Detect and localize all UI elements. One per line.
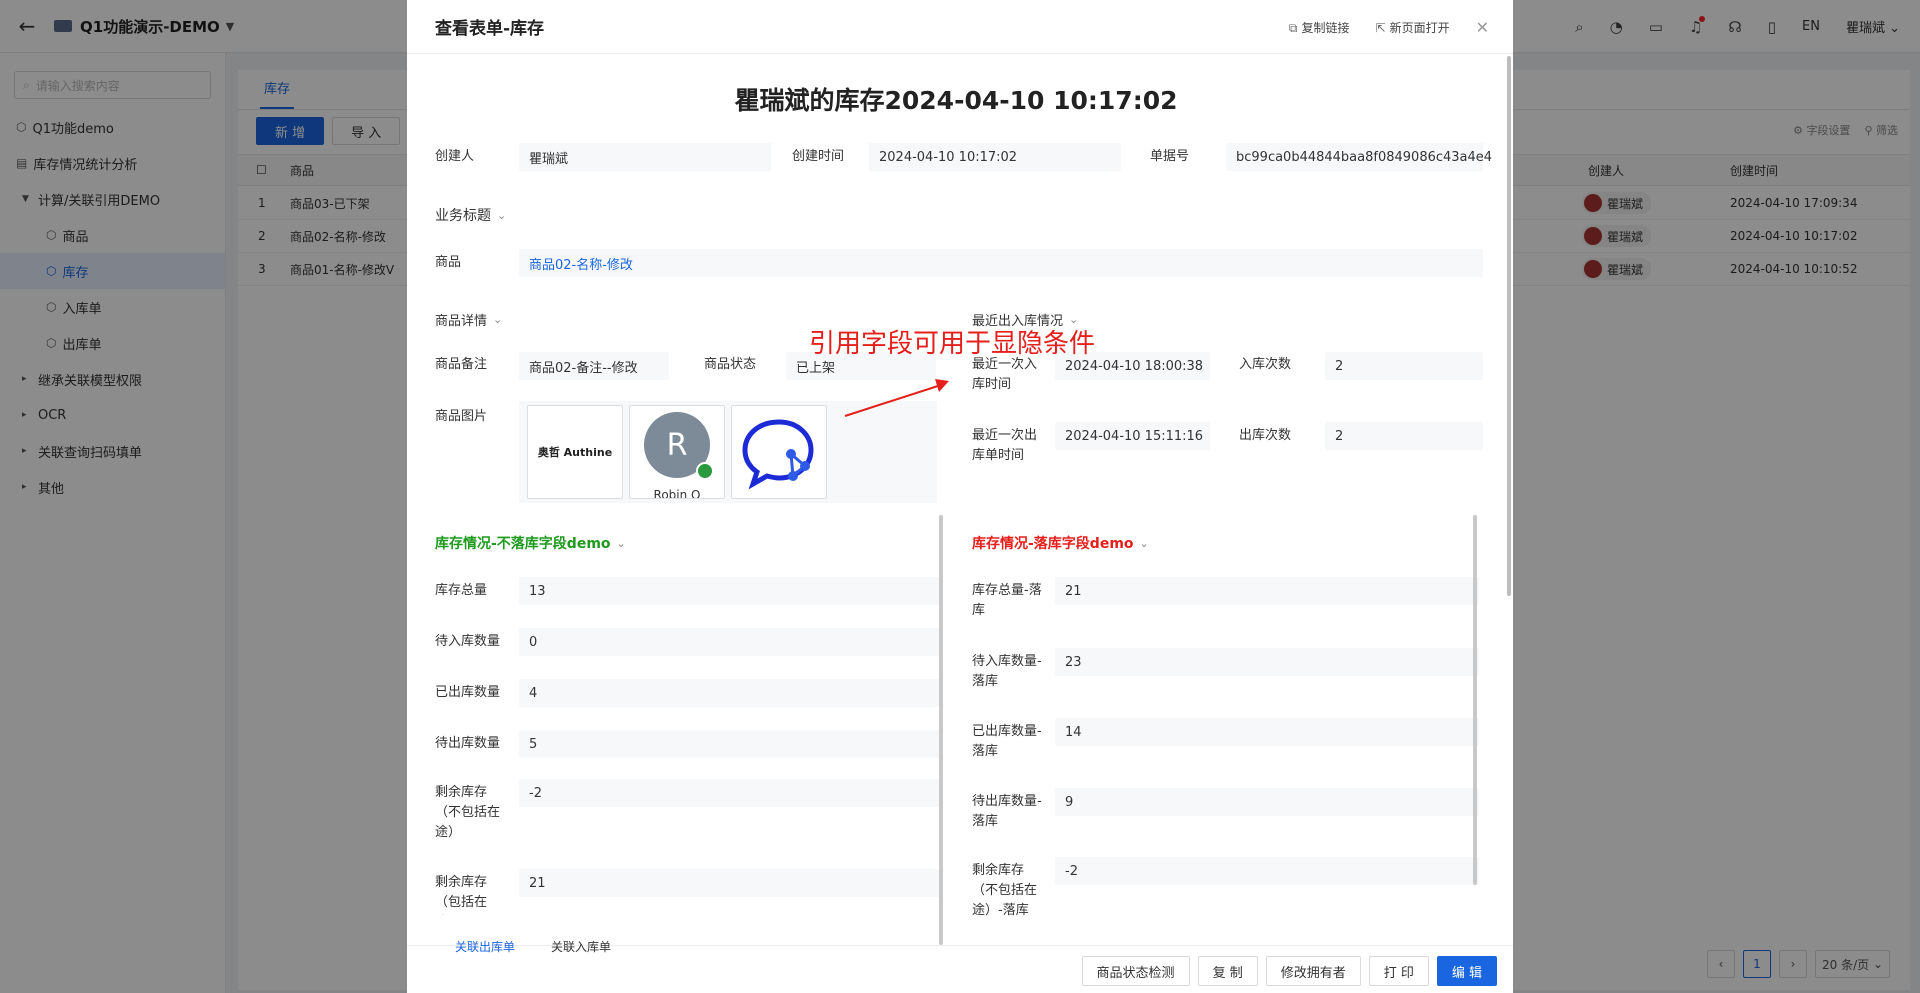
chevron-down-icon: ⌄ — [497, 208, 507, 222]
copy-link-label: 复制链接 — [1301, 20, 1350, 35]
field-label: 待出库数量-落库 — [972, 794, 1042, 829]
last-out-value: 2024-04-10 15:11:16 — [1055, 422, 1210, 450]
chevron-down-icon: ⌄ — [493, 313, 503, 326]
field-value: 21 — [519, 869, 939, 897]
product-status-label: 商品状态 — [704, 357, 757, 372]
tab-related-outbound[interactable]: 关联出库单 — [455, 938, 515, 955]
change-owner-button[interactable]: 修改拥有者 — [1265, 956, 1361, 986]
right-inventory-section[interactable]: 库存情况-落库字段demo ⌄ — [972, 533, 1149, 553]
product-label: 商品 — [435, 255, 462, 270]
product-note-value: 商品02-备注--修改 — [519, 352, 669, 380]
biz-title-label: 业务标题 — [435, 208, 491, 224]
copy-button[interactable]: 复 制 — [1197, 956, 1258, 986]
close-icon[interactable]: ✕ — [1476, 18, 1489, 37]
product-note-label: 商品备注 — [435, 357, 488, 372]
image-thumb-avatar[interactable]: R Robin Q — [629, 405, 725, 499]
field-value: 0 — [519, 628, 939, 656]
creator-label: 创建人 — [435, 149, 475, 164]
edit-button[interactable]: 编 辑 — [1436, 956, 1497, 986]
field-value: 21 — [1055, 577, 1479, 605]
product-value: 商品02-名称-修改 — [519, 249, 1483, 277]
field-label: 剩余库存（不包括在途）-落库 — [972, 863, 1038, 918]
last-in-label: 最近一次入库时间 — [972, 357, 1038, 392]
annotation-arrow-icon — [844, 379, 949, 417]
image-thumb-logo[interactable]: 奥哲 Authine — [527, 405, 623, 499]
print-button[interactable]: 打 印 — [1368, 956, 1429, 986]
last-out-label: 最近一次出库单时间 — [972, 428, 1038, 463]
form-modal: 查看表单-库存 ⧉ 复制链接 ⇱ 新页面打开 ✕ 瞿瑞斌的库存2024-04-10 … — [407, 0, 1513, 993]
image-thumb-chat[interactable] — [731, 405, 827, 499]
field-label: 待入库数量 — [435, 634, 501, 649]
left-inventory-section[interactable]: 库存情况-不落库字段demo ⌄ — [435, 533, 626, 553]
field-label: 待出库数量 — [435, 736, 501, 751]
field-value: -2 — [1055, 857, 1479, 885]
copy-link-button[interactable]: ⧉ 复制链接 — [1289, 19, 1350, 36]
chat-bubble-icon — [742, 419, 814, 490]
field-label: 库存总量 — [435, 583, 488, 598]
open-new-label: 新页面打开 — [1389, 20, 1450, 35]
right-section-title: 库存情况-落库字段demo — [972, 536, 1134, 552]
biz-title-section[interactable]: 业务标题 ⌄ — [435, 205, 506, 225]
field-label: 剩余库存（包括在途） — [435, 875, 488, 910]
out-count-label: 出库次数 — [1239, 428, 1292, 443]
creator-value: 瞿瑞斌 — [519, 143, 771, 171]
product-detail-label: 商品详情 — [435, 314, 488, 329]
avatar: R — [644, 412, 714, 480]
modal-footer: 关联出库单 关联入库单 商品状态检测 复 制 修改拥有者 打 印 编 辑 — [407, 940, 1513, 993]
annotation-text: 引用字段可用于显隐条件 — [809, 329, 1096, 359]
field-label: 库存总量-落库 — [972, 583, 1042, 618]
document-title: 瞿瑞斌的库存2024-04-10 10:17:02 — [734, 86, 1178, 115]
field-label: 待入库数量-落库 — [972, 654, 1042, 689]
product-detail-section[interactable]: 商品详情 ⌄ — [435, 310, 502, 329]
tab-related-inbound[interactable]: 关联入库单 — [551, 938, 611, 955]
modal-header: 查看表单-库存 ⧉ 复制链接 ⇱ 新页面打开 ✕ — [407, 0, 1513, 54]
left-column-scrollbar[interactable] — [939, 515, 943, 945]
chevron-down-icon: ⌄ — [1139, 536, 1149, 550]
created-value: 2024-04-10 10:17:02 — [869, 143, 1121, 171]
logo-text: 奥哲 Authine — [537, 446, 613, 459]
related-subtabs: 关联出库单 关联入库单 — [455, 938, 611, 955]
field-label: 已出库数量 — [435, 685, 501, 700]
modal-body: 瞿瑞斌的库存2024-04-10 10:17:02 创建人 瞿瑞斌 创建时间 2… — [407, 55, 1505, 945]
footer-buttons: 商品状态检测 复 制 修改拥有者 打 印 编 辑 — [1081, 956, 1497, 986]
open-new-page-button[interactable]: ⇱ 新页面打开 — [1376, 19, 1450, 36]
right-column-scrollbar[interactable] — [1473, 515, 1477, 885]
copy-icon: ⧉ — [1288, 20, 1298, 35]
field-value: 5 — [519, 730, 939, 758]
in-count-value: 2 — [1325, 352, 1483, 380]
status-check-button[interactable]: 商品状态检测 — [1081, 956, 1190, 986]
product-image-label: 商品图片 — [435, 409, 488, 424]
modal-scrollbar[interactable] — [1507, 56, 1511, 596]
avatar-name: Robin Q — [653, 488, 701, 499]
field-value: 14 — [1055, 718, 1479, 746]
created-label: 创建时间 — [792, 149, 845, 164]
field-label: 剩余库存（不包括在途） — [435, 785, 501, 840]
product-link[interactable]: 商品02-名称-修改 — [529, 254, 633, 273]
external-link-icon: ⇱ — [1375, 20, 1386, 35]
avatar-letter: R — [666, 427, 688, 463]
field-value: 13 — [519, 577, 939, 605]
out-count-value: 2 — [1325, 422, 1483, 450]
left-section-title: 库存情况-不落库字段demo — [435, 536, 611, 552]
field-value: 4 — [519, 679, 939, 707]
docno-label: 单据号 — [1150, 149, 1190, 164]
modal-tools: ⧉ 复制链接 ⇱ 新页面打开 ✕ — [1289, 0, 1489, 54]
modal-title: 查看表单-库存 — [435, 19, 545, 39]
sync-badge-icon — [696, 462, 714, 480]
field-value: 23 — [1055, 648, 1479, 676]
in-count-label: 入库次数 — [1239, 357, 1292, 372]
field-label: 已出库数量-落库 — [972, 724, 1042, 759]
field-value: -2 — [519, 779, 939, 807]
docno-value: bc99ca0b44844baa8f0849086c43a4e4 — [1226, 143, 1492, 171]
chevron-down-icon: ⌄ — [616, 536, 626, 550]
field-value: 9 — [1055, 788, 1479, 816]
